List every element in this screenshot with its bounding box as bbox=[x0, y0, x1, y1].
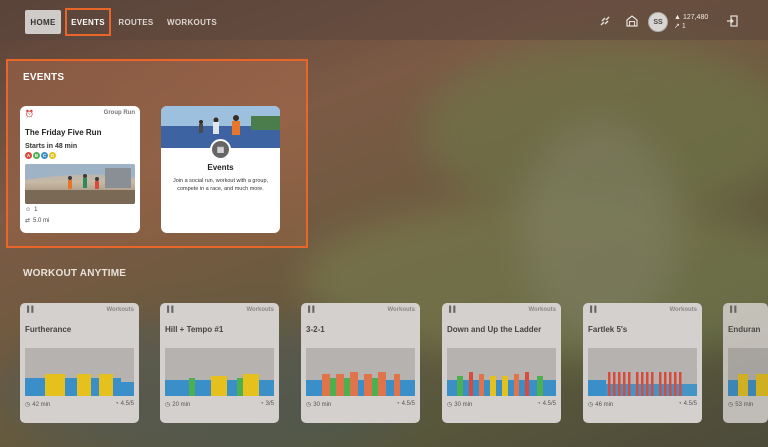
workout-rating: 3/5 bbox=[265, 401, 274, 407]
route-icon: ⇄ bbox=[25, 218, 31, 224]
level-icon: ↗ bbox=[674, 23, 680, 30]
pairing-icon[interactable] bbox=[598, 14, 612, 28]
workout-tag: Workouts bbox=[528, 307, 556, 313]
event-title: The Friday Five Run bbox=[25, 128, 102, 137]
workout-duration: 53 min bbox=[735, 401, 754, 408]
distance-value: 5.0 mi bbox=[33, 217, 50, 224]
alarm-clock-icon: ⏰ bbox=[25, 111, 34, 118]
group-c-badge: C bbox=[41, 152, 48, 159]
workout-tag: Workouts bbox=[106, 307, 134, 313]
workout-duration: 42 min bbox=[32, 401, 51, 408]
clock-icon: ◷ bbox=[165, 402, 171, 408]
bar-chart-icon: ▐▐ bbox=[728, 307, 737, 313]
group-a-badge: A bbox=[25, 152, 32, 159]
workout-duration: 30 min bbox=[454, 401, 473, 408]
workout-rating: 4.5/5 bbox=[401, 401, 415, 407]
rating-row: ◔ 3/5 bbox=[260, 401, 274, 407]
gauge-icon: ◔ bbox=[396, 401, 400, 407]
workout-tag: Workouts bbox=[246, 307, 274, 313]
duration-row: ◷ 46 min bbox=[588, 401, 614, 409]
level-value: 1 bbox=[681, 23, 686, 30]
workout-name: Enduran bbox=[728, 325, 761, 334]
event-type-tag: Group Run bbox=[103, 110, 135, 116]
duration-row: ◷ 30 min bbox=[447, 401, 473, 409]
workout-name: Furtherance bbox=[25, 325, 72, 334]
workout-card[interactable]: ▐▐ Workouts Fartlek 5's ◷ 46 min ◔ 4.5/5 bbox=[583, 303, 702, 423]
clock-icon: ◷ bbox=[306, 402, 312, 408]
rating-row: ◔ 4.5/5 bbox=[115, 401, 134, 407]
calendar-icon: ▦ bbox=[210, 139, 231, 160]
event-runners-image bbox=[25, 164, 135, 204]
bar-chart-icon: ▐▐ bbox=[588, 307, 597, 313]
workout-duration: 20 min bbox=[172, 401, 191, 408]
workout-intensity-graph bbox=[165, 348, 274, 396]
workout-intensity-graph bbox=[728, 348, 768, 396]
drops-icon: ▲ bbox=[674, 14, 681, 21]
event-start-time: Starts in 48 min bbox=[25, 143, 78, 150]
participants-count: 1 bbox=[34, 207, 38, 213]
clock-icon: ◷ bbox=[25, 402, 31, 408]
clock-icon: ◷ bbox=[728, 402, 734, 408]
workout-name: Hill + Tempo #1 bbox=[165, 325, 224, 334]
nav-tab-routes[interactable]: ROUTES bbox=[116, 10, 156, 34]
workout-duration: 30 min bbox=[313, 401, 332, 408]
workout-card[interactable]: ▐▐ Workouts Furtherance ◷ 42 min ◔ 4.5/5 bbox=[20, 303, 139, 423]
pace-groups: A B C D bbox=[25, 152, 56, 159]
workout-name: Fartlek 5's bbox=[588, 325, 628, 334]
clock-icon: ◷ bbox=[588, 402, 594, 408]
workout-intensity-graph bbox=[25, 348, 134, 396]
workout-duration: 46 min bbox=[595, 401, 614, 408]
duration-row: ◷ 20 min bbox=[165, 401, 191, 409]
rating-row: ◔ 4.5/5 bbox=[396, 401, 415, 407]
workout-rating: 4.5/5 bbox=[120, 401, 134, 407]
gauge-icon: ◔ bbox=[115, 401, 119, 407]
gauge-icon: ◔ bbox=[260, 401, 264, 407]
duration-row: ◷ 53 min bbox=[728, 401, 754, 409]
rating-row: ◔ 4.5/5 bbox=[678, 401, 697, 407]
workout-rating: 4.5/5 bbox=[683, 401, 697, 407]
workout-tag: Workouts bbox=[387, 307, 415, 313]
gauge-icon: ◔ bbox=[537, 401, 541, 407]
garage-icon[interactable] bbox=[625, 14, 639, 28]
friday-five-run-card[interactable]: ⏰ Group Run The Friday Five Run Starts i… bbox=[20, 106, 140, 233]
workout-card[interactable]: ▐▐ Workouts Down and Up the Ladder ◷ 30 m… bbox=[442, 303, 561, 423]
clock-icon: ◷ bbox=[447, 402, 453, 408]
events-card-description: Join a social run, workout with a group,… bbox=[172, 178, 269, 192]
participants-row: ☺ 1 bbox=[25, 207, 37, 213]
group-d-badge: D bbox=[49, 152, 56, 159]
workout-tag: Workouts bbox=[669, 307, 697, 313]
workout-name: 3-2-1 bbox=[306, 325, 325, 334]
bar-chart-icon: ▐▐ bbox=[25, 307, 34, 313]
events-card-title: Events bbox=[207, 163, 234, 172]
avatar[interactable]: SS bbox=[648, 12, 668, 32]
workout-name: Down and Up the Ladder bbox=[447, 325, 542, 334]
bar-chart-icon: ▐▐ bbox=[306, 307, 315, 313]
bar-chart-icon: ▐▐ bbox=[165, 307, 174, 313]
exit-icon[interactable] bbox=[725, 14, 739, 28]
workout-anytime-title: WORKOUT ANYTIME bbox=[23, 268, 127, 279]
workout-card[interactable]: ▐▐ Workouts Hill + Tempo #1 ◷ 20 min ◔ 3/5 bbox=[160, 303, 279, 423]
workout-intensity-graph bbox=[447, 348, 556, 396]
nav-tab-workouts[interactable]: WORKOUTS bbox=[164, 10, 220, 34]
rating-row: ◔ 4.5/5 bbox=[537, 401, 556, 407]
gauge-icon: ◔ bbox=[678, 401, 682, 407]
workout-card[interactable]: ▐▐ Enduran ◷ 53 min bbox=[723, 303, 768, 423]
bar-chart-icon: ▐▐ bbox=[447, 307, 456, 313]
user-stats: ▲ 127,480 ↗ 1 bbox=[674, 13, 708, 31]
nav-tab-events[interactable]: EVENTS bbox=[65, 8, 111, 36]
workout-rating: 4.5/5 bbox=[542, 401, 556, 407]
nav-tab-home[interactable]: HOME bbox=[25, 10, 61, 34]
duration-row: ◷ 42 min bbox=[25, 401, 51, 409]
duration-row: ◷ 30 min bbox=[306, 401, 332, 409]
person-icon: ☺ bbox=[25, 207, 32, 213]
group-b-badge: B bbox=[33, 152, 40, 159]
events-browse-card[interactable]: ▦ Events Join a social run, workout with… bbox=[161, 106, 280, 233]
events-section-title: EVENTS bbox=[23, 72, 65, 83]
workout-card[interactable]: ▐▐ Workouts 3-2-1 ◷ 30 min ◔ 4.5/5 bbox=[301, 303, 420, 423]
workout-intensity-graph bbox=[306, 348, 415, 396]
workout-intensity-graph bbox=[588, 348, 697, 396]
xp-value: 127,480 bbox=[682, 14, 709, 21]
distance-row: ⇄ 5.0 mi bbox=[25, 217, 50, 225]
